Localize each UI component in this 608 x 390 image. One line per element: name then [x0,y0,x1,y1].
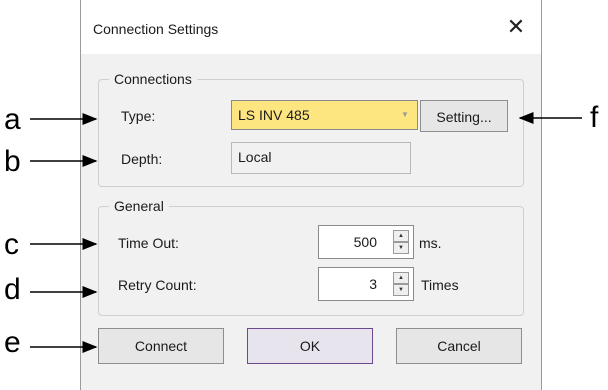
callout-arrows [30,112,582,353]
